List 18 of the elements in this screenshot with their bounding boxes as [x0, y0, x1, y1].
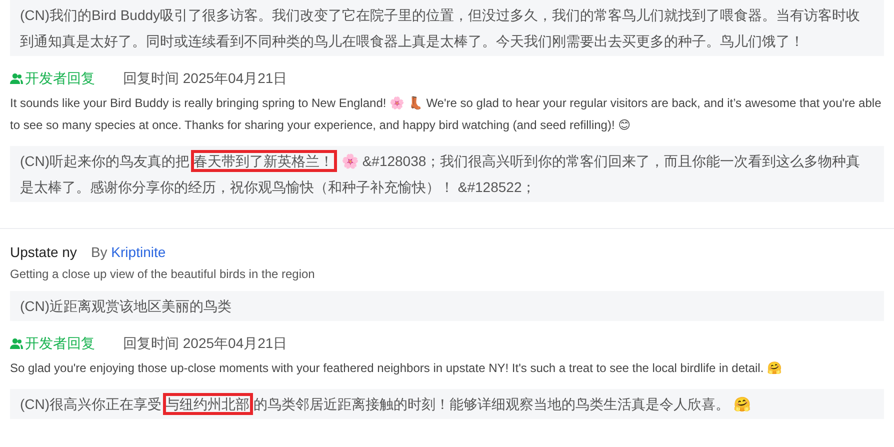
users-icon	[10, 73, 23, 85]
translation-text: (CN)很高兴你正在享受 与纽约州北部 的鸟类邻居近距离接触的时刻！能够详细观察当地的鸟类生活真是令人欣喜。 🤗	[10, 389, 884, 419]
translation-text: (CN)听起来你的鸟友真的把 春天带到了新英格兰！ 🌸 &#128038；我们很高兴听到你的常客们回来了，而且你能一次看到这么多物种真是太棒了。感谢你分享你的经历，祝你观鸟愉快（和种子补充愉快）！ &#128522；	[10, 146, 884, 202]
reply-time: 回复时间 2025年04月21日	[123, 335, 288, 353]
highlight-box: 与纽约州北部	[166, 396, 250, 412]
author-link[interactable]: Kriptinite	[111, 244, 166, 260]
reply-text: So glad you're enjoying those up-close moments with your feathered neighbors in upstate NY! It's such a treat to see the local birdlife in detail. 🤗	[10, 360, 784, 377]
by-label: By	[90, 244, 108, 260]
reply-time: 回复时间 2025年04月21日	[123, 70, 288, 88]
users-icon	[10, 338, 23, 350]
developer-reply-label: 开发者回复	[25, 70, 95, 88]
translation-text: (CN)近距离观赏该地区美丽的鸟类	[10, 291, 884, 321]
review-text: Getting a close up view of the beautiful birds in the region	[10, 266, 316, 283]
highlight-box: 春天带到了新英格兰！	[194, 153, 334, 169]
translation-text: (CN)我们的Bird Buddy吸引了很多访客。我们改变了它在院子里的位置，但没过多久，我们的常客鸟儿们就找到了喂食器。当有访客时收到通知真是太好了。同时或连续看到不同种类的鸟儿在喂食器上真是太棒了。今天我们刚需要出去买更多的种子。鸟儿们饿了！	[10, 0, 884, 56]
reply-text: It sounds like your Bird Buddy is really bringing spring to New England! 🌸 👢 We're so glad to hear your regular visitors are back, and it’s awesome that you're able to see so many species at once. Thanks for sharing your experience, and happy bird watching (and seed refilling)! 😊	[10, 95, 882, 134]
review-title: Upstate ny	[10, 243, 77, 262]
developer-reply-label: 开发者回复	[25, 335, 95, 353]
